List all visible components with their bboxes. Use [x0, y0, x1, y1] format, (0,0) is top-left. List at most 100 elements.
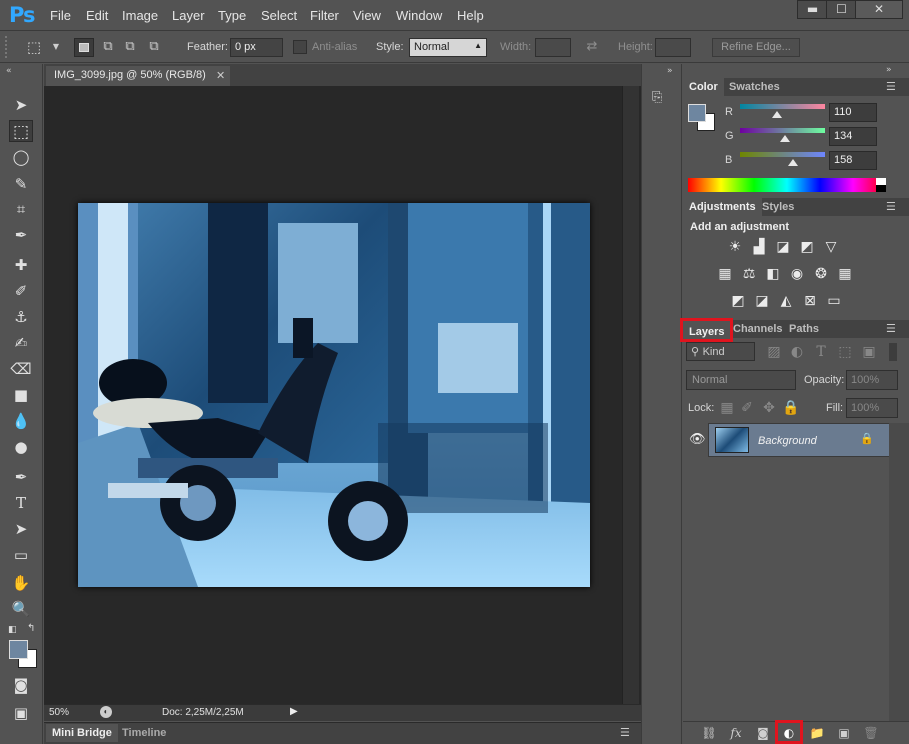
- tab-layers[interactable]: Layers: [680, 318, 734, 342]
- menu-view[interactable]: View: [353, 8, 381, 23]
- exposure-icon[interactable]: ◩: [798, 238, 816, 256]
- bottom-panel-menu-icon[interactable]: ☰: [620, 726, 630, 739]
- minimize-button[interactable]: ▬: [797, 0, 828, 19]
- channel-b-track[interactable]: [740, 152, 825, 157]
- lasso-tool-icon[interactable]: ◯: [9, 146, 33, 168]
- document-tab[interactable]: IMG_3099.jpg @ 50% (RGB/8): [46, 66, 230, 86]
- delete-layer-icon[interactable]: 🗑: [862, 725, 880, 741]
- lock-all-icon[interactable]: 🔒: [782, 399, 800, 417]
- collapse-panels-icon[interactable]: »: [886, 65, 892, 75]
- menu-select[interactable]: Select: [261, 8, 297, 23]
- menu-window[interactable]: Window: [396, 8, 442, 23]
- new-group-icon[interactable]: 📁: [808, 725, 826, 741]
- gradient-map-icon[interactable]: ▭: [825, 292, 843, 310]
- color-balance-icon[interactable]: ⚖: [740, 265, 758, 283]
- close-window-button[interactable]: ✕: [855, 0, 903, 19]
- export-icon[interactable]: ◐: [100, 706, 112, 718]
- color-panel-foreground-swatch[interactable]: [688, 104, 706, 122]
- refine-edge-button[interactable]: Refine Edge...: [712, 38, 800, 57]
- add-mask-icon[interactable]: ◙: [754, 725, 772, 741]
- blend-mode-select[interactable]: Normal: [686, 370, 796, 390]
- channel-mixer-icon[interactable]: ❂: [812, 265, 830, 283]
- adjustments-panel-menu-icon[interactable]: ☰: [886, 200, 896, 213]
- tab-channels[interactable]: Channels: [727, 320, 789, 338]
- expand-dock-icon[interactable]: »: [667, 66, 673, 76]
- brush-tool-icon[interactable]: ✐: [9, 280, 33, 302]
- default-colors-icon[interactable]: ◧: [8, 625, 17, 635]
- fill-input[interactable]: 100%: [846, 398, 898, 418]
- history-brush-tool-icon[interactable]: ✍: [9, 332, 33, 354]
- new-layer-icon[interactable]: ▣: [835, 725, 853, 741]
- brightness-contrast-icon[interactable]: ☀: [726, 238, 744, 256]
- channel-g-thumb[interactable]: [779, 135, 790, 142]
- vertical-scrollbar[interactable]: [622, 86, 639, 704]
- layer-name[interactable]: Background: [758, 435, 817, 447]
- new-selection-button[interactable]: [74, 38, 94, 57]
- quick-selection-tool-icon[interactable]: ✎: [9, 173, 33, 195]
- layers-scrollbar[interactable]: [889, 423, 909, 721]
- lock-pixels-icon[interactable]: ✐: [738, 399, 756, 417]
- color-panel-menu-icon[interactable]: ☰: [886, 80, 896, 93]
- fx-icon[interactable]: fx: [727, 725, 745, 741]
- dodge-tool-icon[interactable]: ●: [9, 436, 33, 458]
- type-tool-icon[interactable]: T: [9, 492, 33, 514]
- preset-chevron-icon[interactable]: ▼: [48, 39, 64, 55]
- invert-icon[interactable]: ◩: [729, 292, 747, 310]
- document-image[interactable]: [78, 203, 590, 587]
- new-adjustment-layer-icon[interactable]: ◐: [780, 725, 798, 741]
- menu-layer[interactable]: Layer: [172, 8, 205, 23]
- marquee-preset-icon[interactable]: ⬚: [26, 39, 42, 55]
- blur-tool-icon[interactable]: 💧: [9, 410, 33, 432]
- zoom-level[interactable]: 50%: [49, 707, 69, 718]
- hand-tool-icon[interactable]: ✋: [9, 572, 33, 594]
- threshold-icon[interactable]: ◭: [777, 292, 795, 310]
- tab-mini-bridge[interactable]: Mini Bridge: [46, 724, 118, 742]
- crop-tool-icon[interactable]: ⌗: [9, 198, 33, 220]
- opacity-input[interactable]: 100%: [846, 370, 898, 390]
- channel-r-thumb[interactable]: [771, 111, 782, 118]
- channel-b-value[interactable]: 158: [829, 151, 877, 170]
- tab-paths[interactable]: Paths: [783, 320, 825, 338]
- filter-adjustment-icon[interactable]: ◐: [788, 343, 806, 361]
- lock-position-icon[interactable]: ✥: [760, 399, 778, 417]
- menu-help[interactable]: Help: [457, 8, 484, 23]
- antialias-checkbox[interactable]: [293, 40, 307, 54]
- gradient-tool-icon[interactable]: ■: [9, 384, 33, 406]
- eraser-tool-icon[interactable]: ⌫: [9, 358, 33, 380]
- channel-r-value[interactable]: 110: [829, 103, 877, 122]
- subtract-selection-icon[interactable]: ⧉: [122, 39, 138, 55]
- levels-icon[interactable]: ▟: [750, 238, 768, 256]
- pen-tool-icon[interactable]: ✒: [9, 466, 33, 488]
- add-selection-icon[interactable]: ⧉: [100, 39, 116, 55]
- hue-saturation-icon[interactable]: ▦: [716, 265, 734, 283]
- filter-kind-select[interactable]: ⚲ Kind: [686, 342, 755, 361]
- healing-brush-tool-icon[interactable]: ✚: [9, 254, 33, 276]
- feather-input[interactable]: 0 px: [230, 38, 283, 57]
- spectrum-black-chip[interactable]: [876, 185, 886, 192]
- swap-dimensions-icon[interactable]: ⇄: [584, 39, 600, 55]
- width-input[interactable]: [535, 38, 571, 57]
- filter-toggle[interactable]: [889, 343, 897, 361]
- filter-type-icon[interactable]: T: [812, 343, 830, 361]
- menu-image[interactable]: Image: [122, 8, 158, 23]
- zoom-tool-icon[interactable]: 🔍: [9, 598, 33, 620]
- tab-swatches[interactable]: Swatches: [723, 78, 786, 96]
- eyedropper-tool-icon[interactable]: ✒: [9, 224, 33, 246]
- move-tool-icon[interactable]: ➤: [9, 94, 33, 116]
- filter-smart-object-icon[interactable]: ▣: [860, 343, 878, 361]
- tab-adjustments[interactable]: Adjustments: [683, 198, 762, 216]
- screen-mode-icon[interactable]: ▣: [9, 702, 33, 724]
- black-white-icon[interactable]: ◧: [764, 265, 782, 283]
- photo-filter-icon[interactable]: ◉: [788, 265, 806, 283]
- quick-mask-icon[interactable]: ◙: [9, 674, 33, 696]
- layers-panel-menu-icon[interactable]: ☰: [886, 322, 896, 335]
- clone-stamp-tool-icon[interactable]: ⚓: [9, 306, 33, 328]
- curves-icon[interactable]: ◪: [774, 238, 792, 256]
- rectangular-marquee-tool-icon[interactable]: ⬚: [9, 120, 33, 142]
- lock-transparent-icon[interactable]: ▦: [718, 399, 736, 417]
- color-spectrum-bar[interactable]: [688, 178, 886, 192]
- filter-pixel-icon[interactable]: ▨: [765, 343, 783, 361]
- path-selection-tool-icon[interactable]: ➤: [9, 518, 33, 540]
- tab-color[interactable]: Color: [683, 78, 724, 96]
- vibrance-icon[interactable]: ▽: [822, 238, 840, 256]
